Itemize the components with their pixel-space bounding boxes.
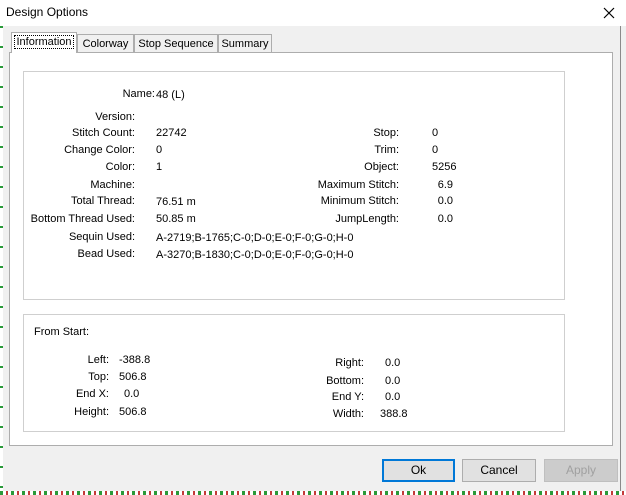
tab-information-label: Information (14, 35, 74, 49)
sequin-label: Sequin Used: (68, 231, 135, 243)
window-title: Design Options (6, 5, 89, 19)
width-value: 388.8 (380, 408, 408, 420)
top-value: 506.8 (119, 371, 147, 383)
right-label: Right: (335, 357, 364, 369)
close-button[interactable] (598, 2, 620, 24)
bottom-thread-label: Bottom Thread Used: (30, 213, 135, 225)
bead-label: Bead Used: (77, 248, 135, 260)
end-x-value: 0.0 (124, 388, 140, 400)
change-color-value: 0 (156, 144, 163, 156)
left-value: -388.8 (119, 354, 151, 366)
bottom-label: Bottom: (326, 375, 364, 387)
background-canvas-strip (0, 491, 626, 495)
width-label: Width: (332, 408, 364, 420)
tab-colorway[interactable]: Colorway (77, 34, 134, 52)
max-stitch-label: Maximum Stitch: (317, 179, 399, 191)
stop-value: 0 (432, 127, 439, 139)
version-label: Version: (95, 111, 135, 123)
top-label: Top: (88, 371, 109, 383)
bottom-value: 0.0 (385, 375, 401, 387)
apply-button[interactable]: Apply (544, 459, 618, 482)
machine-label: Machine: (90, 179, 135, 191)
change-color-label: Change Color: (64, 144, 135, 156)
sequin-value: A-2719;B-1765;C-0;D-0;E-0;F-0;G-0;H-0 (156, 232, 354, 244)
object-label: Object: (364, 161, 399, 173)
color-value: 1 (156, 161, 163, 173)
name-label: Name: (122, 88, 155, 100)
bead-value: A-3270;B-1830;C-0;D-0;E-0;F-0;G-0;H-0 (156, 249, 354, 261)
stop-label: Stop: (373, 127, 399, 139)
min-stitch-value: 0.0 (437, 195, 453, 207)
max-stitch-value: 6.9 (437, 179, 453, 191)
height-value: 506.8 (119, 406, 147, 418)
trim-label: Trim: (374, 144, 399, 156)
min-stitch-label: Minimum Stitch: (320, 195, 399, 207)
ok-button[interactable]: Ok (382, 459, 455, 482)
height-label: Height: (74, 406, 109, 418)
cancel-button[interactable]: Cancel (462, 459, 536, 482)
end-y-label: End Y: (331, 391, 364, 403)
jump-length-label: JumpLength: (335, 213, 399, 225)
stitch-count-label: Stitch Count: (72, 127, 135, 139)
total-thread-value: 76.51 m (156, 196, 196, 208)
tab-summary[interactable]: Summary (218, 34, 272, 52)
end-x-label: End X: (75, 388, 109, 400)
from-start-heading: From Start: (34, 326, 90, 338)
from-start-group: From Start: Left: -388.8 Top: 506.8 End … (23, 314, 565, 432)
name-value: 48 (L) (156, 89, 185, 101)
stitch-count-value: 22742 (156, 127, 187, 139)
total-thread-label: Total Thread: (70, 195, 135, 207)
jump-length-value: 0.0 (437, 213, 453, 225)
tab-information[interactable]: Information (11, 32, 77, 53)
end-y-value: 0.0 (385, 391, 401, 403)
color-label: Color: (105, 161, 135, 173)
right-value: 0.0 (385, 357, 401, 369)
tab-stop-sequence[interactable]: Stop Sequence (134, 34, 218, 52)
dialog-right-edge (620, 26, 626, 495)
title-bar: Design Options (0, 0, 626, 26)
background-canvas-edge (0, 26, 3, 495)
close-icon (603, 7, 615, 19)
object-value: 5256 (432, 161, 457, 173)
trim-value: 0 (432, 144, 439, 156)
bottom-thread-value: 50.85 m (156, 213, 196, 225)
left-label: Left: (87, 354, 109, 366)
info-group: Name: 48 (L) Version: Stitch Count: 2274… (23, 71, 565, 300)
